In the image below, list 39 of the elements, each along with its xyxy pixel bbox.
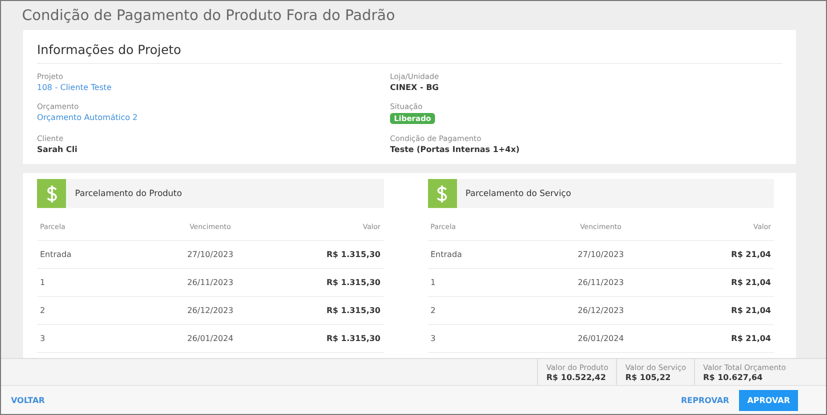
- table-cell-text: 26/11/2023: [186, 278, 234, 287]
- field-value: CINEX - BG: [390, 83, 439, 92]
- table-cell-text: 26/01/2024: [186, 334, 234, 343]
- table-cell-text: 3: [40, 334, 46, 343]
- section-title: Parcelamento do Produto: [75, 188, 182, 198]
- reject-button[interactable]: REPROVAR: [676, 392, 734, 408]
- table-cell-text: R$ 1.315,30: [326, 278, 380, 287]
- table-cell-text: R$ 21,04: [730, 334, 771, 343]
- card-title: Informações do Projeto: [37, 42, 782, 64]
- table-cell-text: R$ 21,04: [730, 250, 771, 259]
- value-link[interactable]: 108 - Cliente Teste: [37, 83, 112, 92]
- approve-button[interactable]: APROVAR: [739, 390, 798, 410]
- table-cell-text: 26/12/2023: [186, 306, 234, 315]
- total-value: R$ 105,22: [625, 373, 672, 382]
- table-cell-text: 27/10/2023: [186, 250, 234, 259]
- total-value: R$ 10.627,64: [703, 373, 764, 382]
- table-cell-text: R$ 1.315,30: [326, 334, 380, 343]
- table-cell-text: R$ 21,04: [730, 306, 771, 315]
- back-button[interactable]: VOLTAR: [7, 392, 49, 408]
- value-link[interactable]: Orçamento Automático 2: [37, 113, 138, 122]
- table-cell-text: Entrada: [40, 250, 72, 259]
- table-cell-text: 26/12/2023: [576, 306, 625, 315]
- table-cell-text: Entrada: [430, 250, 463, 259]
- table-cell-text: 26/01/2024: [576, 334, 625, 343]
- field-value: Sarah Cli: [37, 145, 78, 154]
- table-cell-text: 2: [430, 306, 437, 315]
- table-cell-text: 3: [430, 334, 437, 343]
- table-cell-text: R$ 1.315,30: [326, 306, 380, 315]
- table-cell-text: 2: [40, 306, 46, 315]
- window-title: Condição de Pagamento do Produto Fora do Padrão: [21, 7, 396, 26]
- table-cell-text: 1: [430, 278, 437, 287]
- table-cell-text: R$ 1.315,30: [326, 250, 380, 259]
- table-cell-text: 1: [40, 278, 46, 287]
- field-value: Teste (Portas Internas 1+4x): [390, 145, 520, 154]
- table-cell-text: 26/11/2023: [576, 278, 625, 287]
- table-cell-text: R$ 21,04: [730, 278, 771, 287]
- total-value: R$ 10.522,42: [546, 373, 607, 382]
- table-cell-text: 27/10/2023: [576, 250, 625, 259]
- section-title: Parcelamento do Serviço: [466, 188, 572, 198]
